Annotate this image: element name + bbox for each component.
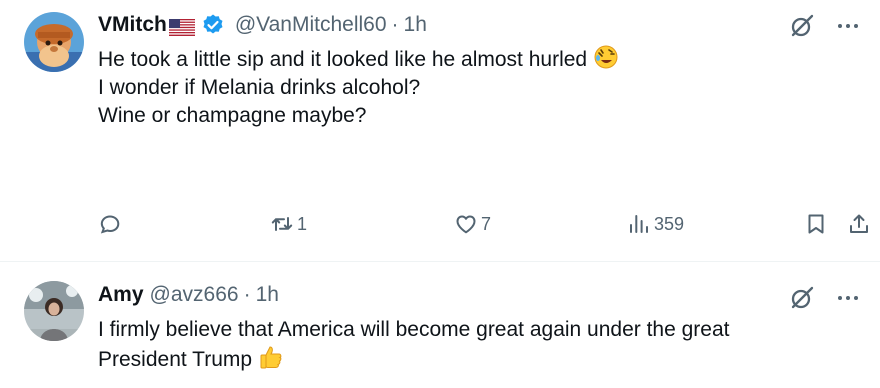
retweet-count: 1 [297, 213, 308, 234]
tweet-text: I firmly believe that America will becom… [98, 316, 810, 374]
avatar[interactable] [24, 12, 84, 72]
author-name[interactable]: Amy [98, 282, 144, 308]
tweet-top-actions [788, 284, 862, 312]
verified-badge-icon [201, 13, 225, 37]
reply-text: I firmly believe that America will becom… [98, 318, 730, 371]
tweet-top-actions [788, 12, 862, 40]
bookmark-button[interactable] [804, 212, 828, 236]
views-count: 359 [654, 213, 685, 234]
bookmark-icon [808, 214, 824, 234]
us-flag-icon [168, 17, 195, 36]
tweet-header: Amy @avz666 · 1h [98, 282, 279, 308]
like-icon [456, 215, 476, 234]
author-handle[interactable]: @VanMitchell60 [235, 12, 387, 38]
tweet-actions: 1 7 359 [98, 212, 872, 246]
author-handle[interactable]: @avz666 [150, 282, 239, 308]
like-button[interactable]: 7 [454, 212, 491, 236]
text-line-3: Wine or champagne maybe? [98, 104, 367, 127]
timestamp[interactable]: 1h [404, 12, 427, 38]
like-count: 7 [481, 213, 492, 234]
author-name[interactable]: VMitch [98, 12, 167, 38]
text-line: He took a little sip and it looked like … [98, 44, 840, 74]
more-icon[interactable] [834, 12, 862, 40]
grok-icon[interactable] [788, 12, 816, 40]
more-icon[interactable] [834, 284, 862, 312]
views-icon [630, 215, 648, 233]
tweet[interactable]: VMitch @VanMitchell60 · 1h He took a lit… [0, 0, 880, 262]
reply-icon [100, 215, 120, 234]
timestamp[interactable]: 1h [256, 282, 279, 308]
tweet-text: He took a little sip and it looked like … [98, 44, 840, 130]
text-line-1: He took a little sip and it looked like … [98, 48, 588, 71]
separator: · [391, 13, 399, 36]
rolling-laughing-emoji-icon [593, 44, 619, 70]
thumbs-up-emoji-icon [258, 344, 284, 370]
retweet-button[interactable]: 1 [270, 212, 307, 236]
avatar[interactable] [24, 281, 84, 341]
retweet-icon [271, 217, 293, 231]
reply-button[interactable] [98, 212, 122, 236]
tweet-header: VMitch @VanMitchell60 · 1h [98, 12, 427, 38]
text-line-2: I wonder if Melania drinks alcohol? [98, 76, 421, 99]
share-button[interactable] [847, 212, 871, 236]
grok-icon[interactable] [788, 284, 816, 312]
views-button[interactable]: 359 [627, 212, 684, 236]
share-icon [850, 214, 868, 233]
tweet[interactable]: Amy @avz666 · 1h I firmly believe that A… [0, 263, 880, 388]
separator: · [243, 283, 251, 306]
